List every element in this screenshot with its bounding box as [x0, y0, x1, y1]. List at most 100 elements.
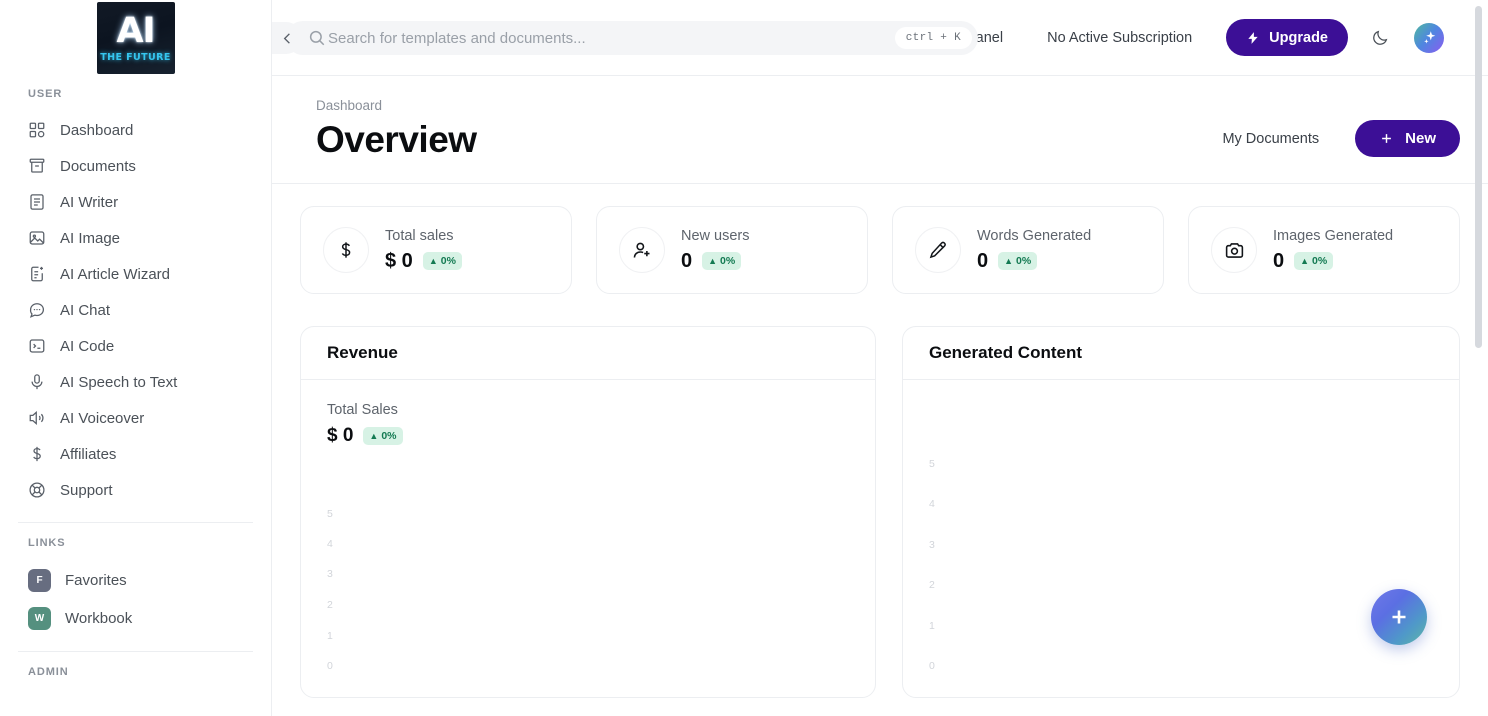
caret-up-icon: ▲ — [1004, 255, 1014, 266]
generated-ytick: 3 — [929, 539, 935, 551]
subscription-status-button[interactable]: No Active Subscription — [1025, 19, 1215, 56]
logo-title: AI — [116, 11, 155, 52]
sidebar-item-ai-speech-to-text[interactable]: AI Speech to Text — [0, 364, 271, 400]
topbar-right-group: Admin Panel No Active Subscription Upgra… — [898, 19, 1444, 56]
stat-card-total-sales[interactable]: Total sales $ 0 ▲ 0% — [300, 206, 572, 294]
sidebar-item-label: AI Speech to Text — [60, 373, 178, 391]
sidebar-item-ai-image[interactable]: AI Image — [0, 220, 271, 256]
theme-toggle-button[interactable] — [1362, 20, 1398, 56]
stat-value-row: 0 ▲ 0% — [1273, 250, 1393, 273]
stat-card-images-generated[interactable]: Images Generated 0 ▲ 0% — [1188, 206, 1460, 294]
sidebar-item-ai-article-wizard[interactable]: AI Article Wizard — [0, 256, 271, 292]
upgrade-button-label: Upgrade — [1269, 29, 1328, 46]
new-button[interactable]: New — [1355, 120, 1460, 157]
revenue-chart: Total Sales $ 0 ▲ 0% 5 4 3 2 1 0 — [301, 380, 875, 697]
generated-content-panel-title: Generated Content — [903, 327, 1459, 380]
sidebar-item-dashboard[interactable]: Dashboard — [0, 112, 271, 148]
new-button-label: New — [1405, 130, 1436, 147]
breadcrumb[interactable]: Dashboard — [316, 98, 1444, 113]
stat-label: Total sales — [385, 227, 454, 244]
lifebuoy-icon — [28, 481, 46, 499]
revenue-sub-row: $ 0 ▲ 0% — [327, 425, 849, 447]
stat-value: $ 0 — [385, 249, 413, 272]
stat-card-body: Images Generated 0 ▲ 0% — [1273, 228, 1393, 273]
favorites-initial-badge: F — [28, 568, 51, 592]
sidebar-item-label: Affiliates — [60, 445, 117, 463]
stat-value: 0 — [681, 249, 693, 272]
sidebar: AI THE FUTURE USER Dashboard Documents A… — [0, 0, 272, 716]
stat-label: Words Generated — [977, 227, 1092, 244]
topbar: Search for templates and documents... ct… — [272, 0, 1488, 76]
generated-ytick: 0 — [929, 660, 935, 672]
sidebar-item-label: Dashboard — [60, 121, 134, 139]
sidebar-item-ai-chat[interactable]: AI Chat — [0, 292, 271, 328]
my-documents-button[interactable]: My Documents — [1200, 120, 1342, 157]
chart-panel-row: Revenue Total Sales $ 0 ▲0% 5 4 3 2 1 0 — [300, 326, 1460, 698]
sidebar-divider-1 — [18, 522, 253, 523]
sidebar-item-affiliates[interactable]: Affiliates — [0, 436, 271, 472]
revenue-sub-label: Total Sales — [327, 402, 398, 418]
revenue-ytick: 5 — [327, 508, 333, 520]
sidebar-item-workbook[interactable]: W Workbook — [0, 599, 271, 637]
page-scrollbar[interactable] — [1475, 6, 1482, 348]
avatar[interactable] — [1414, 22, 1444, 53]
stat-delta: 0% — [1016, 255, 1032, 267]
revenue-ytick: 1 — [327, 630, 333, 642]
status-badge: ▲ 0% — [363, 427, 403, 445]
revenue-panel: Revenue Total Sales $ 0 ▲ 0% 5 4 3 2 1 0 — [300, 326, 876, 698]
floating-action-button[interactable] — [1371, 589, 1427, 645]
stat-value-row: 0 ▲ 0% — [681, 250, 750, 273]
camera-icon — [1211, 227, 1257, 273]
upgrade-button[interactable]: Upgrade — [1226, 19, 1348, 56]
logo-tile: AI THE FUTURE — [96, 2, 175, 74]
dollar-icon — [28, 445, 46, 463]
sidebar-item-ai-code[interactable]: AI Code — [0, 328, 271, 364]
grid-icon — [28, 121, 46, 139]
generated-ytick: 2 — [929, 579, 935, 591]
stat-value-row: 0 ▲ 0% — [977, 250, 1091, 273]
stat-value-row: $ 0 ▲ 0% — [385, 250, 462, 273]
search-icon — [308, 29, 326, 52]
sidebar-item-ai-voiceover[interactable]: AI Voiceover — [0, 400, 271, 436]
main-area: Search for templates and documents... ct… — [272, 0, 1488, 716]
sidebar-item-label: AI Voiceover — [60, 409, 145, 427]
status-badge: ▲ 0% — [998, 252, 1038, 270]
logo-tagline: THE FUTURE — [100, 51, 171, 63]
status-badge: ▲ 0% — [422, 252, 462, 270]
sidebar-item-documents[interactable]: Documents — [0, 148, 271, 184]
sidebar-item-label: Documents — [60, 157, 136, 175]
search-input[interactable]: Search for templates and documents... ct… — [286, 21, 978, 55]
sidebar-item-favorites[interactable]: F Favorites — [0, 561, 271, 599]
sidebar-item-support[interactable]: Support — [0, 472, 271, 508]
stat-label: Images Generated — [1273, 227, 1394, 244]
generated-ytick: 4 — [929, 498, 935, 510]
app-logo[interactable]: AI THE FUTURE — [0, 0, 271, 76]
microphone-icon — [28, 373, 46, 391]
sidebar-item-ai-writer[interactable]: AI Writer — [0, 184, 271, 220]
stat-card-new-users[interactable]: New users 0 ▲ 0% — [596, 206, 868, 294]
caret-up-icon: ▲ — [708, 255, 718, 266]
plus-icon — [1382, 134, 1392, 143]
chat-bubble-icon — [28, 301, 46, 319]
app-root: AI THE FUTURE USER Dashboard Documents A… — [0, 0, 1488, 716]
sidebar-item-label: AI Code — [60, 337, 115, 355]
workbook-initial-badge: W — [28, 606, 51, 630]
stat-delta: 0% — [720, 255, 736, 267]
generated-ytick: 5 — [929, 458, 935, 470]
sidebar-section-user: USER — [28, 88, 63, 100]
stat-value: 0 — [977, 249, 989, 272]
search-placeholder: Search for templates and documents... — [328, 29, 586, 47]
stat-card-row: Total sales $ 0 ▲ 0% New users 0 ▲ 0% Wo… — [300, 206, 1460, 294]
caret-up-icon: ▲ — [369, 430, 379, 441]
article-wizard-icon — [28, 265, 46, 283]
generated-content-panel: Generated Content 5 4 3 2 1 0 — [902, 326, 1460, 698]
user-plus-icon — [619, 227, 665, 273]
document-text-icon — [28, 193, 46, 211]
lightning-icon — [1248, 31, 1258, 44]
image-icon — [28, 229, 46, 247]
stat-card-words-generated[interactable]: Words Generated 0 ▲ 0% — [892, 206, 1164, 294]
speaker-icon — [28, 409, 46, 427]
stat-delta: 0% — [440, 255, 456, 267]
sidebar-links-list: F Favorites W Workbook — [0, 561, 271, 637]
status-badge: ▲ 0% — [702, 252, 742, 270]
